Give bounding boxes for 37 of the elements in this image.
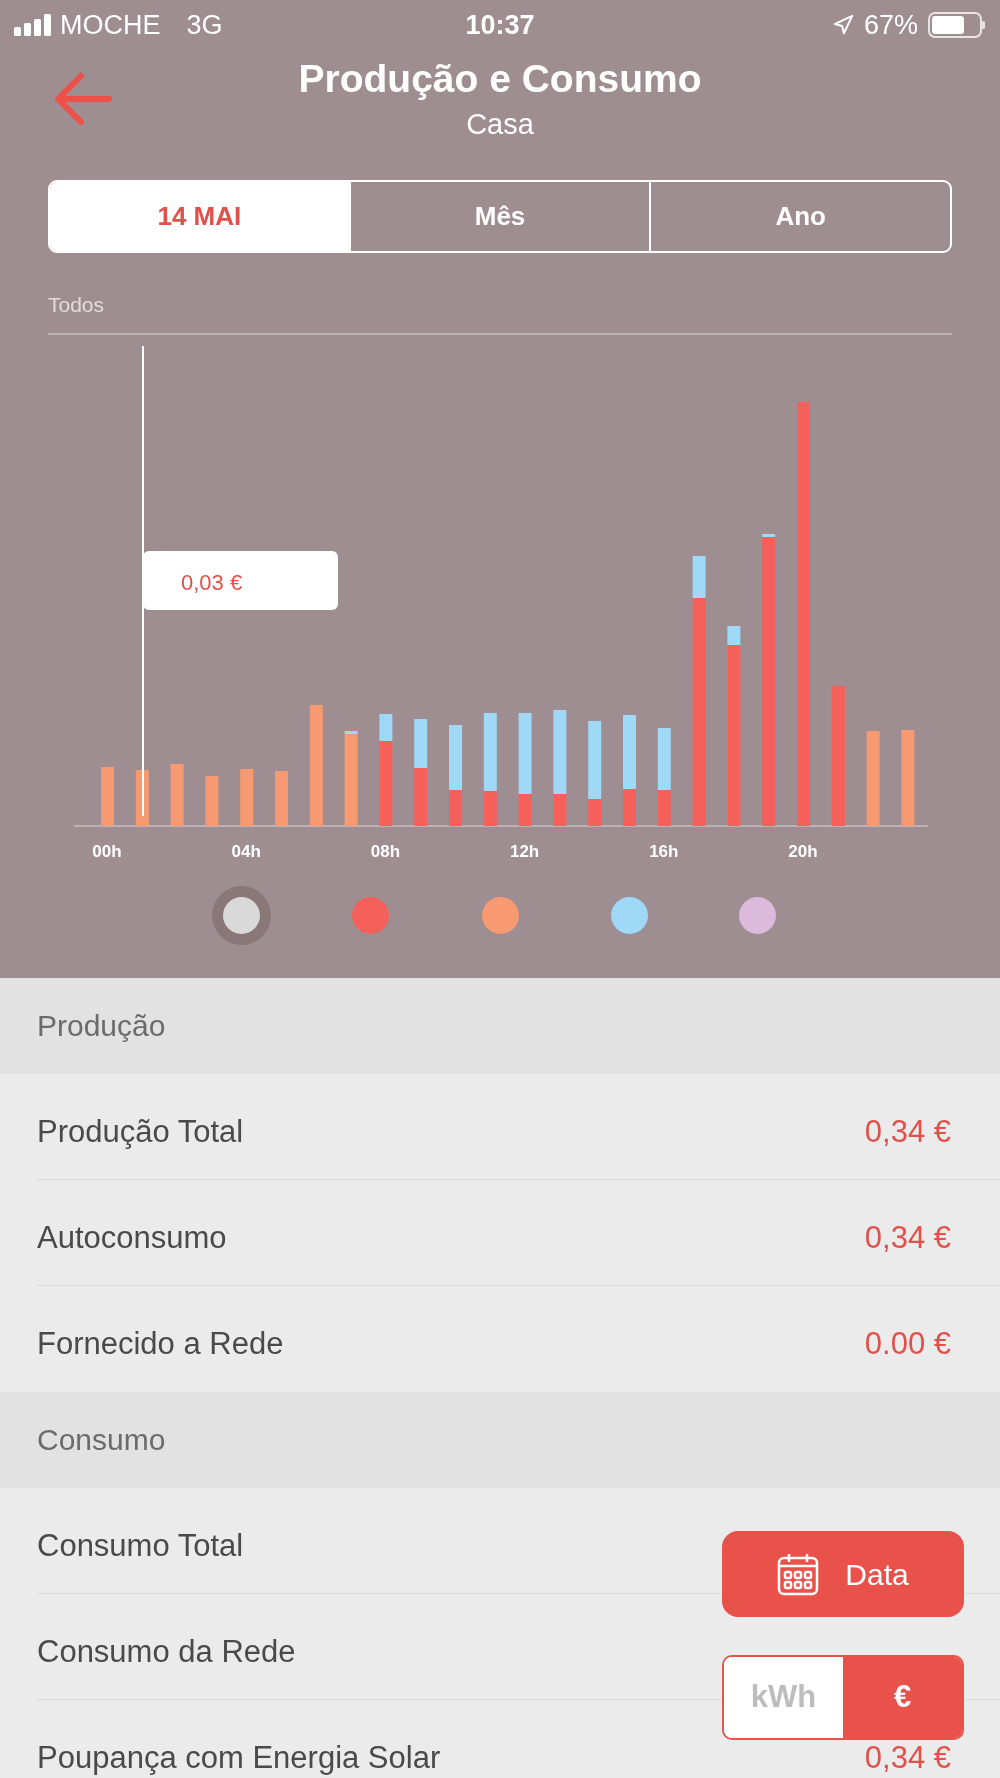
- row-value: 0,34 €: [864, 1742, 951, 1773]
- row-label: Poupança com Energia Solar: [37, 1742, 441, 1773]
- period-tab[interactable]: Ano: [649, 182, 950, 251]
- battery-percent: 67%: [863, 8, 918, 42]
- period-tab[interactable]: Mês: [348, 182, 650, 251]
- row-value: 0.00 €: [864, 1328, 951, 1359]
- tooltip-value: 0,03 €: [181, 569, 243, 595]
- page-subtitle: Casa: [466, 107, 534, 142]
- filter-label: Todos: [48, 293, 105, 316]
- section-title: Produção: [37, 1008, 166, 1044]
- back-arrow-icon: [53, 71, 113, 127]
- battery-icon: [928, 12, 986, 38]
- signal-icon: [14, 14, 54, 36]
- unit-toggle-option[interactable]: kWh: [724, 1657, 843, 1738]
- row-label: Consumo Total: [37, 1529, 244, 1561]
- page-title: Produção e Consumo: [298, 56, 702, 102]
- row-label: Produção Total: [37, 1115, 244, 1147]
- axis-label: 00h: [92, 841, 122, 861]
- calendar-icon: [777, 1552, 820, 1596]
- row-label: Consumo da Rede: [37, 1635, 296, 1667]
- axis-label: 08h: [370, 841, 401, 861]
- axis-label: 16h: [649, 841, 679, 861]
- clock: 10:37: [465, 8, 535, 42]
- date-button[interactable]: Data: [722, 1531, 964, 1617]
- section-title: Consumo: [37, 1422, 166, 1458]
- axis-label: 12h: [509, 841, 540, 861]
- axis-label: 04h: [231, 841, 261, 861]
- axis-label: 20h: [788, 841, 818, 861]
- row-value: 0,34 €: [864, 1221, 951, 1253]
- location-arrow-icon: [831, 14, 854, 36]
- unit-toggle-option[interactable]: €: [843, 1657, 962, 1738]
- network-type: 3G: [186, 8, 223, 42]
- row-label: Autoconsumo: [37, 1221, 227, 1253]
- carrier-name: MOCHE: [60, 8, 161, 42]
- row-label: Fornecido a Rede: [37, 1328, 284, 1359]
- period-tab[interactable]: 14 MAI: [50, 182, 349, 251]
- row-value: 0,34 €: [864, 1115, 951, 1147]
